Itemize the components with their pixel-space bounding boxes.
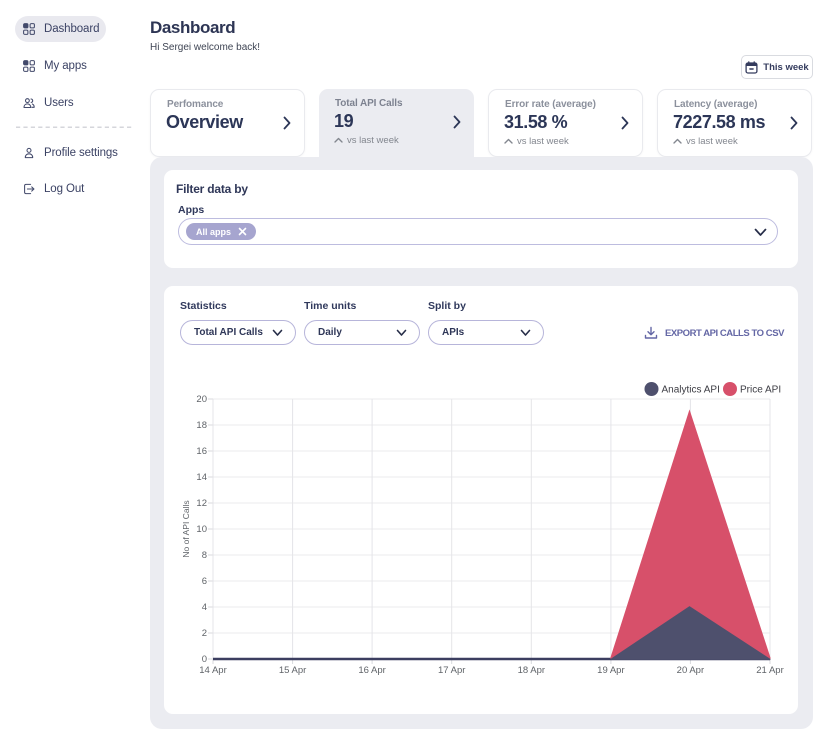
svg-text:8: 8 — [202, 550, 207, 561]
svg-text:18: 18 — [196, 420, 207, 431]
svg-text:12: 12 — [196, 498, 207, 509]
svg-text:15 Apr: 15 Apr — [279, 665, 306, 676]
svg-text:4: 4 — [202, 602, 207, 613]
svg-text:No of API Calls: No of API Calls — [181, 500, 191, 557]
svg-text:16: 16 — [196, 446, 207, 457]
svg-text:10: 10 — [196, 524, 207, 535]
svg-text:14 Apr: 14 Apr — [199, 665, 226, 676]
svg-text:0: 0 — [202, 654, 207, 665]
svg-text:17 Apr: 17 Apr — [438, 665, 465, 676]
svg-text:20: 20 — [196, 394, 207, 405]
svg-text:20 Apr: 20 Apr — [677, 665, 704, 676]
svg-text:19 Apr: 19 Apr — [597, 665, 624, 676]
svg-text:Price API: Price API — [740, 385, 781, 396]
svg-text:14: 14 — [196, 472, 207, 483]
svg-text:21 Apr: 21 Apr — [756, 665, 783, 676]
svg-text:Analytics API: Analytics API — [662, 385, 720, 396]
svg-text:2: 2 — [202, 628, 207, 639]
svg-text:6: 6 — [202, 576, 207, 587]
svg-text:18 Apr: 18 Apr — [518, 665, 545, 676]
svg-text:16 Apr: 16 Apr — [358, 665, 385, 676]
